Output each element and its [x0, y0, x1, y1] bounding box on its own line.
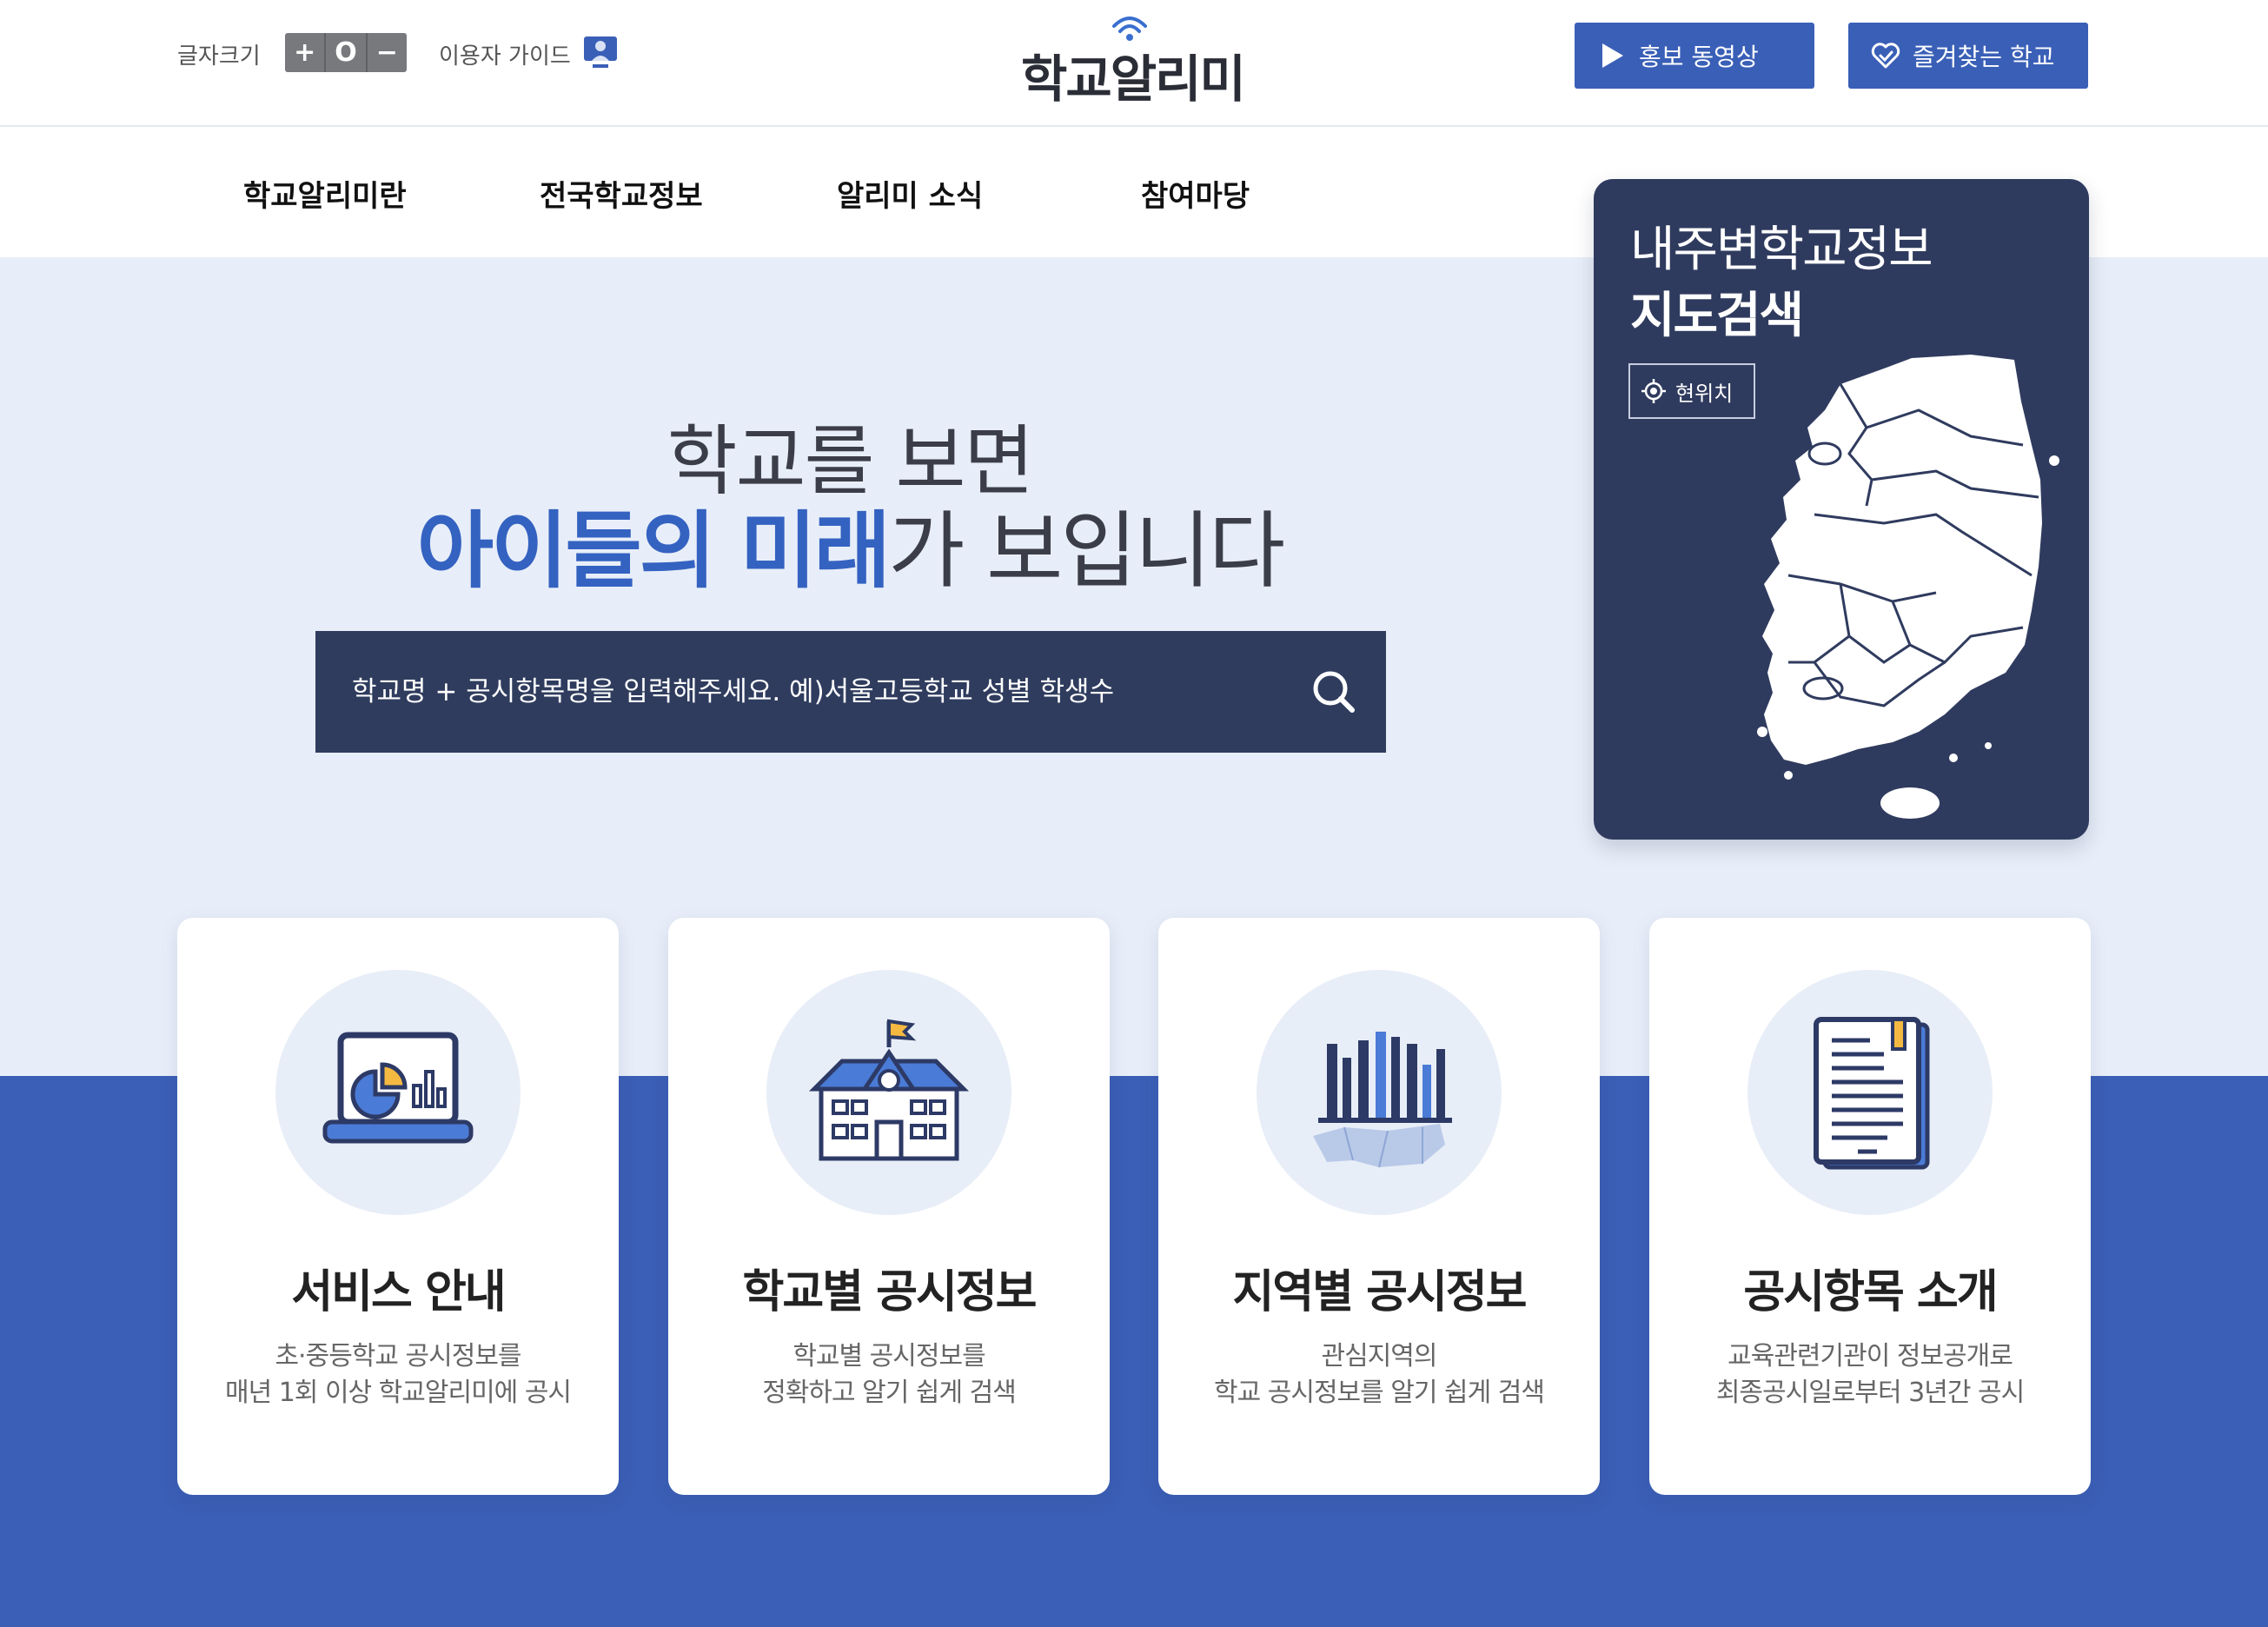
card-description: 학교별 공시정보를 정확하고 알기 쉽게 검색 — [668, 1338, 1110, 1411]
card-description-line1: 학교별 공시정보를 — [792, 1341, 985, 1371]
card-description: 관심지역의 학교 공시정보를 알기 쉽게 검색 — [1158, 1338, 1600, 1411]
disclosure-items-card[interactable]: 공시항목 소개 교육관련기관이 정보공개로 최종공시일로부터 3년간 공시 — [1649, 918, 2091, 1495]
favorite-schools-label: 즐겨찾는 학교 — [1913, 43, 2055, 71]
card-title: 서비스 안내 — [291, 1266, 506, 1318]
hero-headline-highlight: 아이들의 미래 — [416, 502, 891, 600]
promo-video-label: 홍보 동영상 — [1639, 43, 1759, 71]
korea-map-icon[interactable] — [1710, 349, 2066, 836]
card-description-line2: 최종공시일로부터 3년간 공시 — [1715, 1378, 2025, 1408]
user-guide-icon[interactable] — [580, 33, 620, 73]
search-bar — [315, 631, 1386, 753]
service-guide-card[interactable]: 서비스 안내 초·중등학교 공시정보를 매년 1회 이상 학교알리미에 공시 — [177, 918, 619, 1495]
hero-headline-line2: 아이들의 미래가 보입니다 — [315, 483, 1384, 604]
font-size-decrease-button[interactable]: − — [368, 33, 407, 72]
card-description: 교육관련기관이 정보공개로 최종공시일로부터 3년간 공시 — [1649, 1338, 2091, 1411]
card-icon-circle — [275, 970, 521, 1215]
card-title: 공시항목 소개 — [1743, 1266, 1998, 1318]
card-description-line1: 교육관련기관이 정보공개로 — [1728, 1341, 2013, 1371]
heart-check-icon — [1871, 43, 1900, 69]
promo-video-button[interactable]: 홍보 동영상 — [1575, 23, 1814, 89]
search-button[interactable] — [1282, 631, 1386, 753]
nav-item-about[interactable]: 학교알리미란 — [243, 172, 407, 215]
document-tablet-icon — [1814, 1017, 1930, 1170]
crosshair-icon — [1641, 379, 1666, 403]
font-size-controls: + O − — [285, 33, 407, 72]
nav-item-participation[interactable]: 참여마당 — [1141, 172, 1250, 215]
font-size-label: 글자크기 — [177, 43, 261, 70]
card-description-line1: 초·중등학교 공시정보를 — [275, 1341, 521, 1371]
card-description-line2: 매년 1회 이상 학교알리미에 공시 — [224, 1378, 572, 1408]
card-icon-circle — [1257, 970, 1502, 1215]
school-disclosure-card[interactable]: 학교별 공시정보 학교별 공시정보를 정확하고 알기 쉽게 검색 — [668, 918, 1110, 1495]
logo-text: 학교알리미 — [1021, 50, 1246, 109]
hero-headline-rest: 가 보입니다 — [888, 502, 1285, 600]
favorite-schools-button[interactable]: 즐겨찾는 학교 — [1848, 23, 2088, 89]
card-title: 학교별 공시정보 — [742, 1266, 1038, 1318]
card-description-line2: 학교 공시정보를 알기 쉽게 검색 — [1214, 1378, 1545, 1408]
region-bar-chart-icon — [1313, 1032, 1452, 1168]
map-search-card[interactable]: 내주변학교정보 지도검색 현위치 — [1594, 179, 2089, 840]
regional-disclosure-card[interactable]: 지역별 공시정보 관심지역의 학교 공시정보를 알기 쉽게 검색 — [1158, 918, 1600, 1495]
card-icon-circle — [1747, 970, 1993, 1215]
laptop-chart-icon — [322, 1032, 474, 1144]
card-description-line1: 관심지역의 — [1321, 1341, 1438, 1371]
card-description: 초·중등학교 공시정보를 매년 1회 이상 학교알리미에 공시 — [177, 1338, 619, 1411]
map-card-title-line1: 내주변학교정보 — [1630, 222, 1933, 278]
map-card-title: 내주변학교정보 지도검색 — [1630, 217, 1933, 349]
top-header: 글자크기 + O − 이용자 가이드 학교알리미 홍보 동영상 즐겨찾는 학교 — [0, 0, 2268, 127]
map-card-title-line2: 지도검색 — [1630, 288, 1804, 344]
font-size-reset-button[interactable]: O — [326, 33, 368, 72]
card-description-line2: 정확하고 알기 쉽게 검색 — [762, 1378, 1017, 1408]
nav-item-national-school-info[interactable]: 전국학교정보 — [540, 172, 703, 215]
school-building-icon — [808, 1019, 970, 1161]
search-input[interactable] — [315, 676, 1282, 707]
site-logo[interactable]: 학교알리미 — [1021, 12, 1247, 109]
search-icon — [1313, 671, 1355, 713]
play-icon — [1602, 43, 1623, 68]
user-guide-link[interactable]: 이용자 가이드 — [439, 38, 571, 70]
card-title: 지역별 공시정보 — [1232, 1266, 1528, 1318]
nav-item-news[interactable]: 알리미 소식 — [837, 172, 983, 215]
font-size-increase-button[interactable]: + — [285, 33, 327, 72]
card-icon-circle — [766, 970, 1011, 1215]
